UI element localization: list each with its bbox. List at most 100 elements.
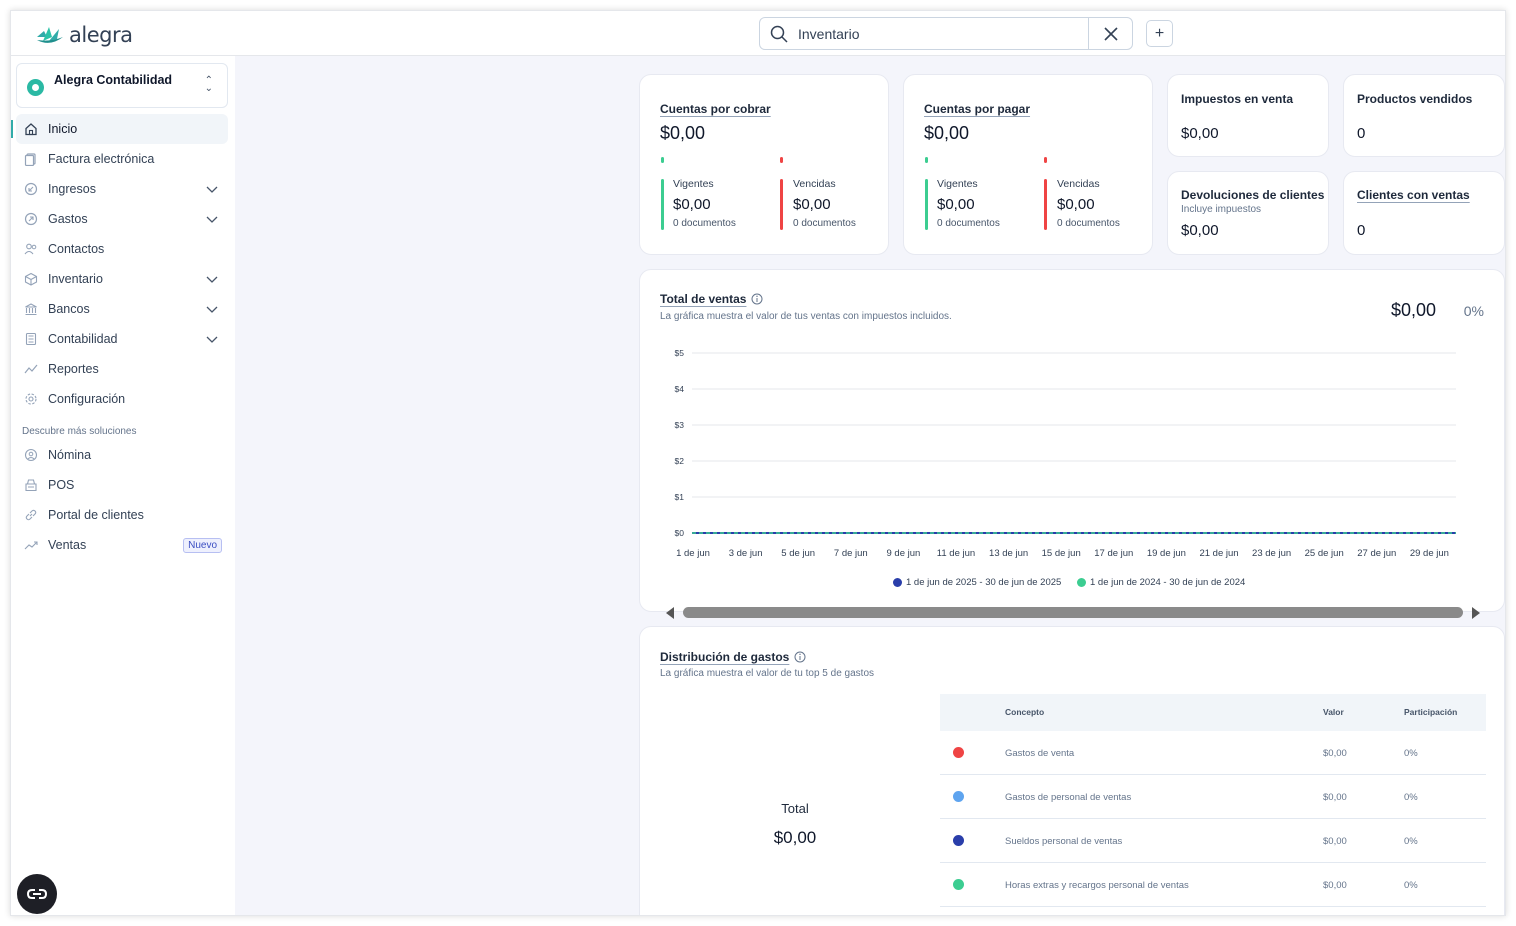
x-tick-label: 3 de jun bbox=[729, 548, 763, 559]
clients-with-sales-value: 0 bbox=[1357, 222, 1366, 239]
x-tick-label: 27 de jun bbox=[1357, 548, 1396, 559]
sidebar-item-nomina[interactable]: Nómina bbox=[16, 440, 228, 470]
sidebar-item-gastos[interactable]: Gastos bbox=[16, 204, 228, 234]
expenses-description: La gráfica muestra el valor de tu top 5 … bbox=[660, 668, 875, 679]
y-tick-label: $1 bbox=[675, 492, 685, 502]
row-divider bbox=[940, 862, 1486, 863]
current-docs: 0 documentos bbox=[673, 218, 736, 229]
sidebar-item-inicio[interactable]: Inicio bbox=[11, 114, 228, 144]
overdue-value: $0,00 bbox=[1057, 196, 1095, 213]
brand-name: alegra bbox=[69, 23, 133, 47]
row-value: $0,00 bbox=[1323, 836, 1347, 847]
document-icon bbox=[23, 151, 39, 167]
row-share: 0% bbox=[1404, 792, 1418, 803]
row-share: 0% bbox=[1404, 836, 1418, 847]
sidebar-item-label: Contabilidad bbox=[48, 332, 118, 346]
chart-scrollbar[interactable] bbox=[683, 607, 1463, 618]
scroll-left-arrow[interactable] bbox=[666, 607, 674, 619]
sidebar-item-label: Contactos bbox=[48, 242, 105, 256]
chevron-down-icon[interactable] bbox=[206, 333, 218, 345]
payable-title[interactable]: Cuentas por pagar bbox=[924, 102, 1030, 116]
chevron-down-icon[interactable] bbox=[206, 183, 218, 195]
sidebar-item-inventario[interactable]: Inventario bbox=[16, 264, 228, 294]
row-color-dot bbox=[953, 747, 964, 758]
sales-tax-value: $0,00 bbox=[1181, 125, 1219, 142]
row-concept: Gastos de venta bbox=[1005, 748, 1075, 759]
overdue-indicator bbox=[1044, 157, 1047, 163]
row-concept: Sueldos personal de ventas bbox=[1005, 836, 1123, 847]
sidebar: Alegra Contabilidad ⌃ ⌄ Inicio Factura el… bbox=[11, 56, 235, 915]
row-share: 0% bbox=[1404, 748, 1418, 759]
add-button[interactable]: + bbox=[1146, 20, 1173, 47]
sales-line-chart: $0 $1 $2 $3 $4 $5 1 de jun 3 de jun 5 de jun 7 de… bbox=[675, 348, 1456, 559]
company-icon bbox=[27, 79, 44, 96]
chat-icon bbox=[26, 889, 48, 899]
info-icon[interactable] bbox=[794, 651, 806, 663]
chevron-down-icon[interactable] bbox=[206, 303, 218, 315]
sidebar-item-factura[interactable]: Factura electrónica bbox=[16, 144, 228, 174]
payable-value: $0,00 bbox=[924, 123, 970, 143]
search-box[interactable]: Inventario bbox=[759, 17, 1133, 50]
receivable-title[interactable]: Cuentas por cobrar bbox=[660, 102, 771, 116]
x-tick-label: 29 de jun bbox=[1410, 548, 1449, 559]
overdue-docs: 0 documentos bbox=[793, 218, 856, 229]
company-selector[interactable]: Alegra Contabilidad ⌃ ⌄ bbox=[16, 63, 228, 108]
products-sold-card: Productos vendidos 0 bbox=[1343, 74, 1505, 157]
client-returns-subtitle: Incluye impuestos bbox=[1181, 204, 1262, 215]
x-tick-label: 21 de jun bbox=[1199, 548, 1238, 559]
sidebar-item-label: POS bbox=[48, 478, 75, 492]
column-header-concept: Concepto bbox=[1005, 707, 1045, 717]
legend-series-2025[interactable]: 1 de jun de 2025 - 30 de jun de 2025 bbox=[893, 577, 1061, 588]
chevron-down-icon[interactable] bbox=[206, 273, 218, 285]
sidebar-item-bancos[interactable]: Bancos bbox=[16, 294, 228, 324]
sidebar-item-pos[interactable]: POS bbox=[16, 470, 228, 500]
sidebar-item-contabilidad[interactable]: Contabilidad bbox=[16, 324, 228, 354]
receivable-card: Cuentas por cobrar $0,00 Vigentes $0,00 … bbox=[639, 74, 889, 255]
legend-swatch bbox=[893, 578, 902, 587]
alegra-logo[interactable]: alegra bbox=[35, 23, 133, 47]
link-icon bbox=[23, 507, 39, 523]
current-docs: 0 documentos bbox=[937, 218, 1000, 229]
sidebar-item-label: Gastos bbox=[48, 212, 88, 226]
sidebar-item-ingresos[interactable]: Ingresos bbox=[16, 174, 228, 204]
scroll-right-arrow[interactable] bbox=[1472, 607, 1480, 619]
home-icon bbox=[23, 121, 39, 137]
trend-icon bbox=[23, 537, 39, 553]
expenses-title[interactable]: Distribución de gastos bbox=[660, 650, 789, 664]
x-tick-label: 15 de jun bbox=[1042, 548, 1081, 559]
sidebar-item-reportes[interactable]: Reportes bbox=[16, 354, 228, 384]
receivable-value: $0,00 bbox=[660, 123, 706, 143]
y-tick-label: $4 bbox=[675, 384, 685, 394]
new-badge: Nuevo bbox=[183, 538, 222, 553]
sidebar-item-label: Ventas bbox=[48, 538, 87, 552]
top-bar: alegra Inventario + bbox=[11, 11, 1505, 56]
company-name: Alegra Contabilidad bbox=[54, 73, 173, 87]
close-icon[interactable] bbox=[1088, 18, 1132, 49]
legend-label: 1 de jun de 2025 - 30 de jun de 2025 bbox=[906, 577, 1062, 588]
search-input[interactable]: Inventario bbox=[798, 26, 1088, 42]
current-indicator bbox=[661, 157, 664, 163]
sidebar-item-contactos[interactable]: Contactos bbox=[16, 234, 228, 264]
clients-with-sales-card: Clientes con ventas 0 bbox=[1343, 171, 1505, 255]
overdue-value: $0,00 bbox=[793, 196, 831, 213]
x-tick-label: 19 de jun bbox=[1147, 548, 1186, 559]
products-sold-title: Productos vendidos bbox=[1357, 92, 1473, 106]
section-label: Descubre más soluciones bbox=[22, 426, 137, 437]
clients-with-sales-title[interactable]: Clientes con ventas bbox=[1357, 188, 1470, 202]
sales-chart-card: Total de ventas La gráfica muestra el va… bbox=[639, 269, 1505, 619]
legend-series-2024[interactable]: 1 de jun de 2024 - 30 de jun de 2024 bbox=[1077, 577, 1245, 588]
row-divider bbox=[940, 774, 1486, 775]
bank-icon bbox=[23, 301, 39, 317]
chat-button[interactable] bbox=[17, 874, 57, 914]
expand-arrows-icon: ⌃ ⌄ bbox=[204, 75, 213, 94]
sidebar-item-configuracion[interactable]: Configuración bbox=[16, 384, 228, 414]
chevron-down-icon[interactable] bbox=[206, 213, 218, 225]
x-tick-label: 23 de jun bbox=[1252, 548, 1291, 559]
current-value: $0,00 bbox=[937, 196, 975, 213]
current-indicator bbox=[925, 157, 928, 163]
alegra-leaf-icon bbox=[37, 27, 63, 43]
row-color-dot bbox=[953, 835, 964, 846]
row-value: $0,00 bbox=[1323, 792, 1347, 803]
sidebar-item-ventas[interactable]: Ventas Nuevo bbox=[16, 530, 228, 560]
sidebar-item-portal[interactable]: Portal de clientes bbox=[16, 500, 228, 530]
